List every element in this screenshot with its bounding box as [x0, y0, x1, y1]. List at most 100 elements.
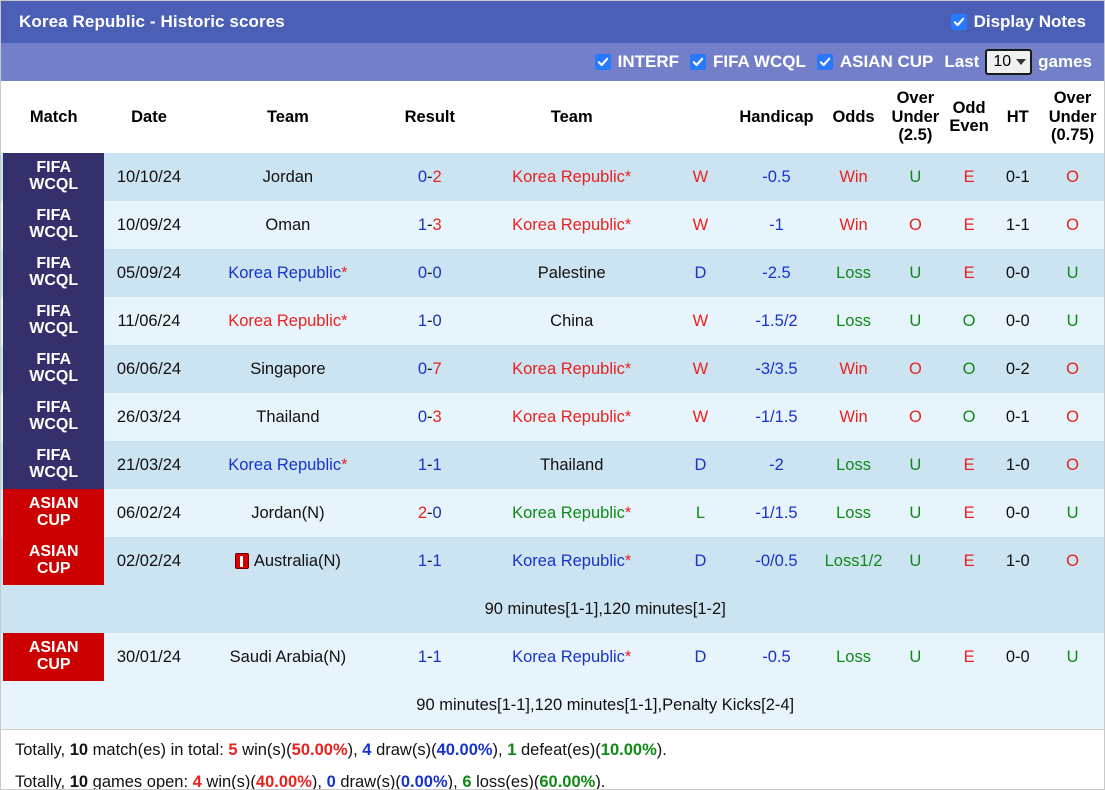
ou075-line3: (0.75) — [1050, 126, 1095, 145]
league-badge[interactable]: FIFA WCQL — [3, 201, 105, 249]
away-team-cell[interactable]: Korea Republic* — [475, 393, 669, 441]
table-row[interactable]: ASIAN CUP 02/02/24 Australia(N) 1-1 Korea Rep… — [1, 537, 1104, 585]
home-team-cell[interactable]: Korea Republic* — [191, 249, 385, 297]
wdl-cell: W — [668, 393, 733, 441]
away-team-cell[interactable]: Korea Republic* — [475, 345, 669, 393]
display-notes-toggle[interactable]: Display Notes — [950, 12, 1092, 32]
home-team-cell[interactable]: Korea Republic* — [191, 441, 385, 489]
table-row[interactable]: FIFA WCQL 05/09/24 Korea Republic* 0-0 Palest… — [1, 249, 1104, 297]
away-team-cell[interactable]: Thailand — [475, 441, 669, 489]
checkbox-checked-icon[interactable] — [689, 54, 706, 70]
table-row[interactable]: ASIAN CUP 30/01/24 Saudi Arabia(N) 1-1 Korea … — [1, 633, 1104, 681]
result-cell[interactable]: 1-1 — [384, 537, 476, 585]
checkbox-checked-icon[interactable] — [594, 54, 611, 70]
wdl-cell: D — [668, 249, 733, 297]
handicap-value: -2 — [769, 455, 784, 474]
col-header-result[interactable]: Result — [384, 81, 476, 153]
last-games-select[interactable]: 10 — [985, 49, 1033, 75]
away-team-name: Palestine — [537, 263, 606, 282]
home-team-cell[interactable]: Australia(N) — [191, 537, 385, 585]
ht-cell: 0-0 — [994, 249, 1042, 297]
home-team-cell[interactable]: Thailand — [191, 393, 385, 441]
filter-interf[interactable]: INTERF — [594, 52, 679, 72]
away-team-cell[interactable]: Korea Republic* — [475, 537, 669, 585]
table-body: FIFA WCQL 10/10/24 Jordan 0-2 Korea Republic*… — [1, 153, 1104, 729]
home-team-cell[interactable]: Saudi Arabia(N) — [191, 633, 385, 681]
table-row[interactable]: FIFA WCQL 06/06/24 Singapore 0-7 Korea Republ… — [1, 345, 1104, 393]
wdl-cell: D — [668, 633, 733, 681]
checkbox-checked-icon[interactable] — [816, 54, 833, 70]
col-header-over-under-25[interactable]: Over Under (2.5) — [886, 81, 944, 153]
score-away: 3 — [432, 215, 442, 234]
table-row[interactable]: FIFA WCQL 10/09/24 Oman 1-3 Korea Republic* W -… — [1, 201, 1104, 249]
col-header-odd-even[interactable]: Odd Even — [943, 81, 995, 153]
table-row[interactable]: FIFA WCQL 21/03/24 Korea Republic* 1-1 Thaila… — [1, 441, 1104, 489]
league-badge[interactable]: FIFA WCQL — [3, 297, 105, 345]
table-row[interactable]: ASIAN CUP 06/02/24 Jordan(N) 2-0 Korea Republ… — [1, 489, 1104, 537]
away-team-name: Korea Republic — [512, 647, 625, 666]
home-team-cell[interactable]: Korea Republic* — [191, 297, 385, 345]
league-badge[interactable]: FIFA WCQL — [3, 345, 105, 393]
result-cell[interactable]: 0-7 — [384, 345, 476, 393]
over-under-25-cell: U — [886, 537, 944, 585]
league-badge-line1: ASIAN — [28, 543, 79, 561]
table-row[interactable]: FIFA WCQL 26/03/24 Thailand 0-3 Korea Republi… — [1, 393, 1104, 441]
league-badge[interactable]: ASIAN CUP — [3, 633, 105, 681]
col-header-match[interactable]: Match — [1, 81, 107, 153]
result-cell[interactable]: 0-2 — [384, 153, 476, 201]
home-team-cell[interactable]: Oman — [191, 201, 385, 249]
checkbox-checked-icon[interactable] — [950, 14, 967, 30]
away-team-name: Korea Republic — [512, 407, 625, 426]
result-cell[interactable]: 0-3 — [384, 393, 476, 441]
league-badge[interactable]: FIFA WCQL — [3, 153, 105, 201]
col-header-team-home[interactable]: Team — [191, 81, 385, 153]
home-team-name: Korea Republic — [228, 263, 342, 282]
score-home: 0 — [417, 359, 428, 378]
table-row[interactable]: FIFA WCQL 11/06/24 Korea Republic* 1-0 China W… — [1, 297, 1104, 345]
away-team-cell[interactable]: Korea Republic* — [475, 489, 669, 537]
s1-defeat-pct: 10.00% — [600, 741, 657, 759]
odd-even-value: E — [963, 215, 975, 234]
handicap-cell: -3/3.5 — [732, 345, 821, 393]
col-header-over-under-075[interactable]: Over Under (0.75) — [1041, 81, 1104, 153]
away-team-cell[interactable]: China — [475, 297, 669, 345]
league-badge[interactable]: FIFA WCQL — [3, 249, 105, 297]
away-team-cell[interactable]: Korea Republic* — [475, 201, 669, 249]
result-cell[interactable]: 0-0 — [384, 249, 476, 297]
result-cell[interactable]: 1-1 — [384, 441, 476, 489]
filter-asian-cup[interactable]: ASIAN CUP — [816, 52, 933, 72]
score-home: 1 — [417, 647, 428, 666]
league-badge[interactable]: ASIAN CUP — [3, 489, 105, 537]
ht-cell: 0-1 — [994, 393, 1042, 441]
over-under-075-cell: O — [1041, 537, 1104, 585]
home-team-name: Saudi Arabia(N) — [229, 647, 347, 666]
away-team-cell[interactable]: Palestine — [475, 249, 669, 297]
away-team-cell[interactable]: Korea Republic* — [475, 633, 669, 681]
result-cell[interactable]: 1-0 — [384, 297, 476, 345]
result-cell[interactable]: 2-0 — [384, 489, 476, 537]
col-header-ht[interactable]: HT — [994, 81, 1042, 153]
score-home: 0 — [417, 407, 428, 426]
league-badge[interactable]: FIFA WCQL — [3, 393, 105, 441]
home-team-cell[interactable]: Jordan — [191, 153, 385, 201]
col-header-date[interactable]: Date — [106, 81, 192, 153]
table-header-row: Match Date Team Result Team Handicap Odd… — [1, 81, 1104, 153]
page-title: Korea Republic - Historic scores — [19, 12, 285, 31]
col-header-odds[interactable]: Odds — [820, 81, 887, 153]
over-under-075-value: O — [1066, 167, 1079, 186]
col-header-team-away[interactable]: Team — [475, 81, 669, 153]
result-cell[interactable]: 1-3 — [384, 201, 476, 249]
league-badge[interactable]: FIFA WCQL — [3, 441, 105, 489]
handicap-cell: -2.5 — [732, 249, 821, 297]
table-row[interactable]: FIFA WCQL 10/10/24 Jordan 0-2 Korea Republic*… — [1, 153, 1104, 201]
over-under-25-value: U — [909, 311, 922, 330]
league-badge-line1: FIFA — [36, 447, 72, 465]
away-team-cell[interactable]: Korea Republic* — [475, 153, 669, 201]
filter-fifa-wcql[interactable]: FIFA WCQL — [689, 52, 806, 72]
league-badge[interactable]: ASIAN CUP — [3, 537, 105, 585]
home-team-cell[interactable]: Jordan(N) — [191, 489, 385, 537]
col-header-handicap[interactable]: Handicap — [732, 81, 821, 153]
result-cell[interactable]: 1-1 — [384, 633, 476, 681]
over-under-25-cell: U — [886, 441, 944, 489]
home-team-cell[interactable]: Singapore — [191, 345, 385, 393]
